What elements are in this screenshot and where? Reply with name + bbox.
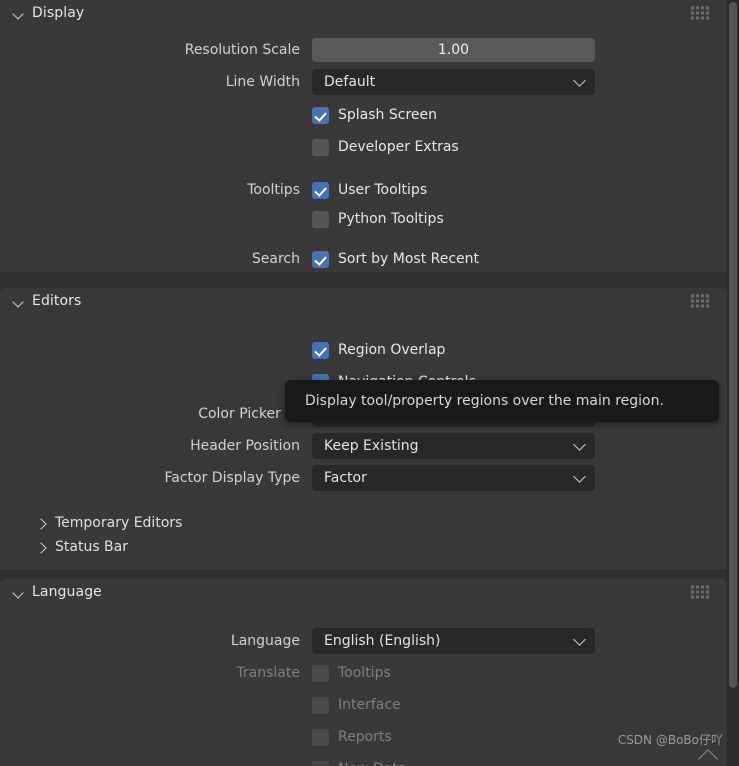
label-search-group: Search [251, 251, 300, 267]
checkbox-label-region-overlap: Region Overlap [338, 342, 446, 358]
label-header-position: Header Position [190, 438, 300, 454]
panel-header-language[interactable]: Language [0, 579, 727, 605]
checkbox-label-python-tooltips: Python Tooltips [338, 211, 444, 227]
checkbox-unchecked-icon[interactable] [312, 210, 329, 228]
row-language-select: Language English (English) [0, 628, 727, 654]
panel-title-language: Language [32, 584, 102, 600]
subpanel-label-status-bar: Status Bar [55, 539, 129, 555]
checkbox-developer-extras[interactable]: Developer Extras [312, 138, 459, 156]
chevron-down-icon [573, 633, 586, 646]
checkbox-checked-icon[interactable] [312, 341, 329, 359]
preferences-window: Display Resolution Scale 1.00 Line Width… [0, 0, 739, 766]
drag-grip-icon[interactable] [691, 585, 709, 599]
resolution-scale-slider[interactable]: 1.00 [312, 38, 595, 62]
row-developer-extras: Developer Extras [0, 134, 727, 160]
row-resolution-scale: Resolution Scale 1.00 [0, 37, 727, 63]
chevron-down-icon [573, 470, 586, 483]
checkbox-label-user-tooltips: User Tooltips [338, 182, 428, 198]
checkbox-label-splash-screen: Splash Screen [338, 107, 437, 123]
tooltip-popup: Display tool/property regions over the m… [285, 380, 719, 422]
row-python-tooltips: Python Tooltips [0, 206, 727, 232]
label-tooltips-group: Tooltips [247, 182, 300, 198]
panel-header-editors[interactable]: Editors [0, 288, 727, 314]
checkbox-label-translate-reports: Reports [338, 729, 392, 745]
header-position-value: Keep Existing [324, 438, 419, 454]
vertical-scrollbar-track[interactable] [727, 0, 739, 766]
chevron-right-icon [34, 517, 47, 530]
header-position-dropdown[interactable]: Keep Existing [312, 433, 595, 459]
subpanel-status-bar[interactable]: Status Bar [0, 534, 727, 560]
row-translate-tooltips: Translate Tooltips [0, 660, 727, 686]
panel-header-display[interactable]: Display [0, 0, 727, 26]
line-width-dropdown[interactable]: Default [312, 69, 595, 95]
factor-display-type-value: Factor [324, 470, 367, 486]
tooltip-text: Display tool/property regions over the m… [305, 393, 664, 409]
row-region-overlap: Region Overlap [0, 337, 727, 363]
chevron-down-icon [12, 295, 25, 308]
row-sort-by-most-recent: Search Sort by Most Recent [0, 246, 727, 272]
watermark-text: CSDN @BoBo仔吖 [617, 733, 723, 747]
checkbox-unchecked-icon [312, 664, 329, 682]
chevron-down-icon [12, 7, 25, 20]
checkbox-unchecked-icon [312, 760, 329, 766]
label-resolution-scale: Resolution Scale [184, 42, 300, 58]
checkbox-label-sort-by-most-recent: Sort by Most Recent [338, 251, 480, 267]
vertical-scrollbar-thumb[interactable] [729, 2, 737, 688]
checkbox-translate-reports: Reports [312, 728, 392, 746]
language-value: English (English) [324, 633, 441, 649]
checkbox-splash-screen[interactable]: Splash Screen [312, 106, 437, 124]
checkbox-checked-icon[interactable] [312, 181, 329, 199]
row-header-position: Header Position Keep Existing [0, 433, 727, 459]
panel-editors: Editors Region Overlap Navigation Contro… [0, 288, 727, 569]
checkbox-region-overlap[interactable]: Region Overlap [312, 341, 446, 359]
checkbox-unchecked-icon [312, 696, 329, 714]
checkbox-checked-icon[interactable] [312, 106, 329, 124]
checkbox-label-translate-interface: Interface [338, 697, 401, 713]
checkbox-user-tooltips[interactable]: User Tooltips [312, 181, 428, 199]
checkbox-label-translate-tooltips: Tooltips [338, 665, 391, 681]
chevron-down-icon [12, 586, 25, 599]
subpanel-label-temporary-editors: Temporary Editors [55, 515, 183, 531]
panel-title-display: Display [32, 5, 85, 21]
checkbox-unchecked-icon [312, 728, 329, 746]
label-language: Language [230, 633, 300, 649]
row-user-tooltips: Tooltips User Tooltips [0, 177, 727, 203]
drag-grip-icon[interactable] [691, 6, 709, 20]
checkbox-translate-interface: Interface [312, 696, 401, 714]
chevron-down-icon [573, 74, 586, 87]
checkbox-python-tooltips[interactable]: Python Tooltips [312, 210, 444, 228]
drag-grip-icon[interactable] [691, 294, 709, 308]
language-dropdown[interactable]: English (English) [312, 628, 595, 654]
panel-title-editors: Editors [32, 293, 82, 309]
checkbox-label-translate-new-data: New Data [338, 761, 406, 766]
checkbox-unchecked-icon[interactable] [312, 138, 329, 156]
label-color-picker-type: Color Picker Ty [198, 406, 300, 422]
checkbox-checked-icon[interactable] [312, 250, 329, 268]
line-width-value: Default [324, 74, 376, 90]
row-translate-new-data: New Data [0, 756, 727, 766]
chevron-right-icon [34, 541, 47, 554]
row-line-width: Line Width Default [0, 69, 727, 95]
checkbox-translate-new-data: New Data [312, 760, 406, 766]
checkbox-translate-tooltips: Tooltips [312, 664, 391, 682]
subpanel-temporary-editors[interactable]: Temporary Editors [0, 510, 727, 536]
chevron-down-icon [573, 438, 586, 451]
label-factor-display-type: Factor Display Type [164, 470, 300, 486]
label-line-width: Line Width [225, 74, 300, 90]
row-translate-interface: Interface [0, 692, 727, 718]
factor-display-type-dropdown[interactable]: Factor [312, 465, 595, 491]
row-factor-display-type: Factor Display Type Factor [0, 465, 727, 491]
panel-display: Display Resolution Scale 1.00 Line Width… [0, 0, 727, 272]
row-splash-screen: Splash Screen [0, 102, 727, 128]
label-translate-group: Translate [236, 665, 300, 681]
checkbox-sort-by-most-recent[interactable]: Sort by Most Recent [312, 250, 480, 268]
checkbox-label-developer-extras: Developer Extras [338, 139, 459, 155]
